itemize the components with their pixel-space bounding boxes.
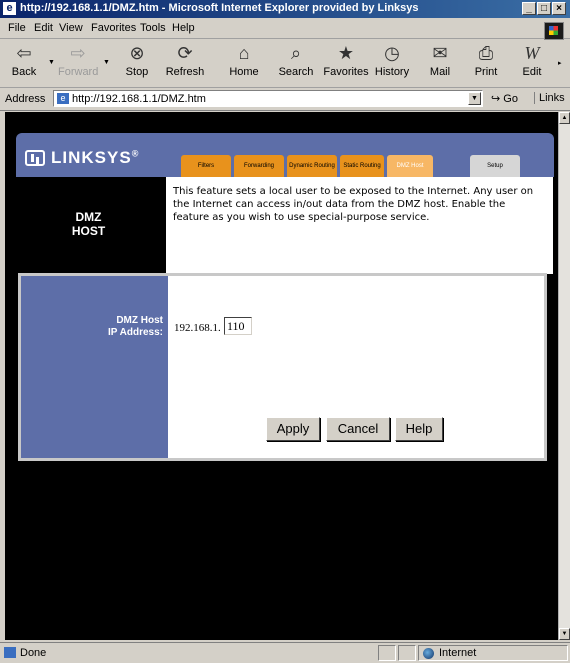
page-viewport: LINKSYS® Filters Forwarding Dynamic Rout…: [5, 112, 558, 640]
back-dropdown-icon[interactable]: ▼: [48, 59, 55, 66]
print-button[interactable]: ⎙ Print: [468, 42, 504, 86]
windows-logo-icon: [544, 22, 564, 40]
apply-button[interactable]: Apply: [266, 417, 320, 441]
tab-filters[interactable]: Filters: [181, 155, 231, 177]
scroll-up-icon[interactable]: ▲: [559, 112, 570, 124]
favorites-icon: ★: [337, 43, 355, 63]
form-label-column: [21, 276, 168, 458]
links-button[interactable]: Links: [534, 92, 565, 104]
tab-static-routing[interactable]: Static Routing: [340, 155, 384, 177]
edit-button[interactable]: W Edit: [514, 42, 550, 86]
window-title: http://192.168.1.1/DMZ.htm - Microsoft I…: [20, 2, 419, 14]
menu-edit[interactable]: Edit: [34, 22, 53, 34]
vertical-scrollbar[interactable]: ▲ ▼: [558, 112, 570, 640]
status-panel: [398, 645, 416, 661]
status-text: Done: [20, 647, 47, 659]
menu-help[interactable]: Help: [172, 22, 195, 34]
refresh-button[interactable]: ⟳ Refresh: [162, 42, 208, 86]
address-bar: Address e http://192.168.1.1/DMZ.htm ▼ ↪…: [0, 88, 570, 111]
internet-globe-icon: [423, 648, 434, 659]
linksys-logo: LINKSYS®: [25, 148, 139, 168]
search-button[interactable]: ⌕ Search: [274, 42, 318, 86]
word-edit-icon: W: [524, 43, 540, 63]
ie-icon: e: [3, 2, 16, 15]
ip-prefix: 192.168.1.: [174, 322, 221, 334]
back-button[interactable]: ⇦ Back: [4, 42, 44, 86]
toolbar: ⇦ Back ▼ ⇨ Forward ▼ ⊗ Stop ⟳ Refresh ⌂ …: [0, 39, 570, 88]
minimize-button[interactable]: _: [522, 2, 536, 15]
menu-file[interactable]: File: [8, 22, 26, 34]
search-icon: ⌕: [290, 43, 302, 63]
back-arrow-icon: ⇦: [16, 43, 32, 63]
menu-bar: File Edit View Favorites Tools Help: [0, 18, 570, 40]
home-button[interactable]: ⌂ Home: [226, 42, 262, 86]
address-input[interactable]: e http://192.168.1.1/DMZ.htm ▼: [53, 90, 483, 107]
dmz-host-ip-label: DMZ Host IP Address:: [107, 315, 163, 338]
forward-button[interactable]: ⇨ Forward: [58, 42, 98, 86]
go-arrow-icon: ↪: [491, 93, 504, 105]
status-panel: [378, 645, 396, 661]
address-url[interactable]: http://192.168.1.1/DMZ.htm: [72, 93, 206, 105]
go-button[interactable]: ↪ Go: [491, 92, 518, 105]
description-text: This feature sets a local user to be exp…: [173, 186, 534, 223]
tab-dynamic-routing[interactable]: Dynamic Routing: [287, 155, 337, 177]
stop-icon: ⊗: [129, 43, 145, 63]
mail-icon: ✉: [432, 43, 448, 63]
linksys-logo-icon: [25, 150, 45, 166]
history-icon: ◷: [384, 43, 400, 63]
forward-dropdown-icon[interactable]: ▼: [103, 59, 110, 66]
maximize-button[interactable]: □: [537, 2, 551, 15]
refresh-icon: ⟳: [177, 43, 193, 63]
forward-arrow-icon: ⇨: [70, 43, 86, 63]
section-title: DMZ HOST: [11, 177, 166, 274]
dmz-ip-input[interactable]: 110: [224, 317, 252, 335]
tab-forwarding[interactable]: Forwarding: [234, 155, 284, 177]
stop-button[interactable]: ⊗ Stop: [115, 42, 159, 86]
address-label: Address: [5, 93, 46, 105]
tab-setup[interactable]: Setup: [470, 155, 520, 177]
tab-dmz-host[interactable]: DMZ Host: [387, 155, 433, 177]
menu-tools[interactable]: Tools: [140, 22, 166, 34]
mail-button[interactable]: ✉ Mail: [420, 42, 460, 86]
menu-view[interactable]: View: [59, 22, 83, 34]
security-zone: Internet: [418, 645, 568, 661]
page-icon: e: [57, 93, 69, 104]
status-bar: Done Internet: [0, 642, 570, 663]
page-done-icon: [4, 647, 16, 658]
title-bar: e http://192.168.1.1/DMZ.htm - Microsoft…: [0, 0, 570, 18]
menu-favorites[interactable]: Favorites: [91, 22, 136, 34]
address-dropdown-icon[interactable]: ▼: [468, 92, 481, 105]
printer-icon: ⎙: [478, 43, 494, 63]
toolbar-overflow-icon[interactable]: ▸: [558, 59, 562, 67]
home-icon: ⌂: [238, 43, 250, 63]
history-button[interactable]: ◷ History: [372, 42, 412, 86]
favorites-button[interactable]: ★ Favorites: [320, 42, 372, 86]
scroll-down-icon[interactable]: ▼: [559, 628, 570, 640]
cancel-button[interactable]: Cancel: [326, 417, 390, 441]
help-button[interactable]: Help: [395, 417, 443, 441]
close-button[interactable]: ×: [552, 2, 566, 15]
